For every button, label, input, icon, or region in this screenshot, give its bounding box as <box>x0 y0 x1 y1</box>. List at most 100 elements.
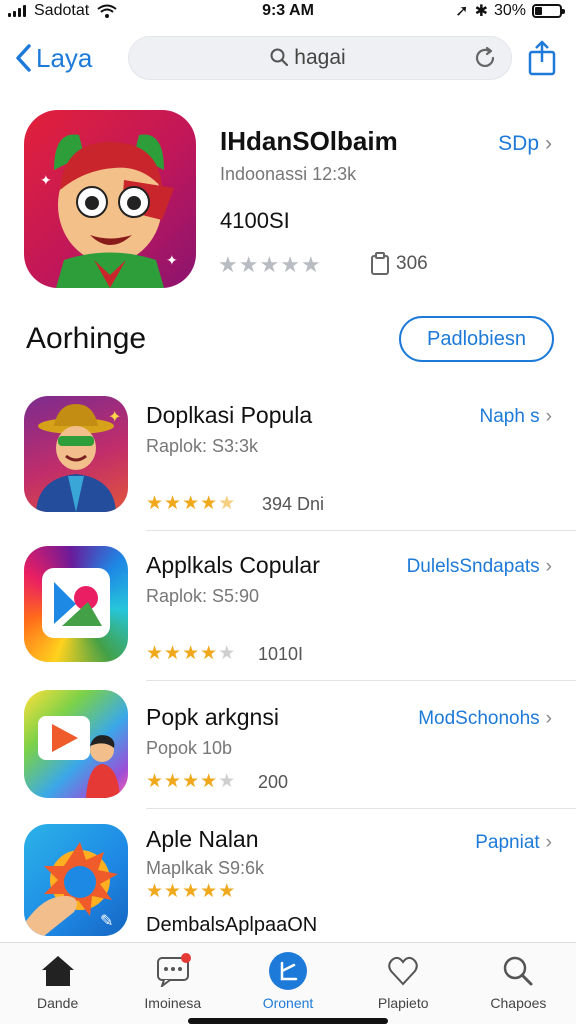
featured-app-icon[interactable]: ✦ ✦ <box>24 110 196 288</box>
tab-label: Dande <box>36 995 79 1011</box>
featured-app-link-label: SDp <box>498 132 539 155</box>
list-item[interactable]: ✦ Doplkasi Popula Naph s › Raplok: S3:3k… <box>24 396 576 532</box>
app-icon[interactable]: ✎ <box>24 824 128 936</box>
back-button[interactable]: Laya <box>14 43 118 74</box>
status-right: ➚ ✱ 30% <box>455 1 565 21</box>
section-title: Aorhinge <box>26 322 147 355</box>
share-button[interactable] <box>522 36 562 80</box>
chevron-right-icon: › <box>545 132 552 155</box>
star-icon: ★ <box>218 771 237 792</box>
photo-editor-icon <box>42 568 110 638</box>
wifi-icon <box>97 4 117 18</box>
hand-ball-icon: ✎ <box>24 842 118 936</box>
app-review-count: 394 Dni <box>262 494 325 514</box>
location-icon: ➚ <box>455 3 469 20</box>
apps-icon <box>268 951 308 991</box>
list-item[interactable]: Popk arkgnsi ModSchonohs › Popok 10b ★★★… <box>24 690 576 810</box>
featured-app-rating: ★★★★★ <box>218 252 322 278</box>
app-link[interactable]: Naph s › <box>479 406 552 428</box>
app-rating: ★★★★★ <box>146 880 236 903</box>
list-item[interactable]: ✎ Aple Nalan Papniat › Maplkak S9:6k ★★★… <box>24 824 576 942</box>
battery-icon <box>532 4 565 18</box>
chevron-right-icon: › <box>545 832 552 853</box>
divider <box>146 530 576 531</box>
star-icon: ★ <box>182 643 201 664</box>
app-review-count: 1010I <box>258 644 304 664</box>
app-subtitle: Raplok: S3:3k <box>146 436 259 456</box>
star-icon: ★ <box>164 643 183 664</box>
star-icon: ★ <box>146 493 165 514</box>
tab-home[interactable]: Dande <box>0 943 115 1024</box>
app-review-count: 200 <box>258 772 289 792</box>
star-icon: ★ <box>218 881 237 902</box>
search-icon <box>270 48 289 67</box>
chevron-left-icon <box>16 44 31 72</box>
tab-bar: Dande Imoinesa Oronent Plapieto Chapoes <box>0 942 576 1024</box>
clipboard-icon <box>371 252 389 275</box>
tab-search[interactable]: Chapoes <box>461 943 576 1024</box>
divider <box>146 680 576 681</box>
featured-app[interactable]: ✦ ✦ IHdanSOlbaim SDp › Indoonassi 12:3k … <box>24 108 564 290</box>
star-icon: ★ <box>182 881 201 902</box>
bluetooth-icon: ✱ <box>474 3 488 20</box>
featured-app-subtitle: Indoonassi 12:3k <box>220 164 357 184</box>
star-icon: ★ <box>164 493 183 514</box>
featured-app-size: 306 <box>370 252 428 276</box>
app-name: Applkals Copular <box>146 552 320 578</box>
star-icon: ★ <box>259 252 281 277</box>
section-action-button[interactable]: Padlobiesn <box>399 316 554 362</box>
svg-text:✦: ✦ <box>108 409 121 426</box>
svg-text:✎: ✎ <box>100 913 113 930</box>
chat-icon <box>153 951 193 991</box>
home-indicator <box>188 1018 388 1024</box>
star-icon: ★ <box>218 252 239 277</box>
share-icon <box>528 40 556 76</box>
app-link[interactable]: ModSchonohs › <box>418 708 552 730</box>
star-icon: ★ <box>300 252 322 277</box>
tab-messages[interactable]: Imoinesa <box>115 943 230 1024</box>
app-subtitle: Raplok: S5:90 <box>146 586 260 606</box>
app-name: Aple Nalan <box>146 826 259 852</box>
star-icon: ★ <box>182 771 201 792</box>
featured-app-link[interactable]: SDp › <box>498 132 552 156</box>
carrier-label: Sadotat <box>34 2 90 19</box>
app-icon[interactable]: ✦ <box>24 396 128 512</box>
app-name: Doplkasi Popula <box>146 402 313 428</box>
app-subtitle: Popok 10b <box>146 738 233 758</box>
star-icon: ★ <box>218 643 237 664</box>
list-item[interactable]: Applkals Copular DulelsSndapats › Raplok… <box>24 546 576 682</box>
app-name: Popk arkgnsi <box>146 704 279 730</box>
status-left: Sadotat <box>8 2 117 20</box>
star-icon: ★ <box>146 881 165 902</box>
search-input[interactable]: hagai <box>128 36 512 80</box>
star-icon: ★ <box>164 881 183 902</box>
app-icon[interactable] <box>24 546 128 662</box>
status-bar: Sadotat 9:3 AM ➚ ✱ 30% <box>0 0 576 22</box>
section-header: Aorhinge Padlobiesn <box>26 312 554 366</box>
star-icon: ★ <box>200 771 219 792</box>
refresh-icon[interactable] <box>473 46 497 70</box>
app-link-label: Papniat <box>475 832 540 853</box>
star-icon: ★ <box>200 881 219 902</box>
home-icon <box>38 951 78 991</box>
star-icon: ★ <box>218 493 237 514</box>
app-link[interactable]: Papniat › <box>475 832 552 854</box>
search-placeholder-text: hagai <box>294 46 346 69</box>
star-icon: ★ <box>280 252 301 277</box>
app-icon[interactable] <box>24 690 128 798</box>
svg-text:✦: ✦ <box>166 252 178 268</box>
tab-apps[interactable]: Oronent <box>230 943 345 1024</box>
battery-percent: 30% <box>493 2 526 19</box>
app-link-label: Naph s <box>479 406 540 427</box>
star-icon: ★ <box>238 252 260 277</box>
star-icon: ★ <box>146 771 165 792</box>
divider <box>146 808 576 809</box>
app-link-label: ModSchonohs <box>418 708 540 729</box>
app-subtitle: Maplkak S9:6k <box>146 858 265 878</box>
star-icon: ★ <box>200 493 219 514</box>
app-rating: ★★★★★ <box>146 492 236 515</box>
video-player-icon <box>38 716 120 798</box>
app-link[interactable]: DulelsSndapats › <box>407 556 552 578</box>
tab-favorites[interactable]: Plapieto <box>346 943 461 1024</box>
svg-text:✦: ✦ <box>40 172 52 188</box>
